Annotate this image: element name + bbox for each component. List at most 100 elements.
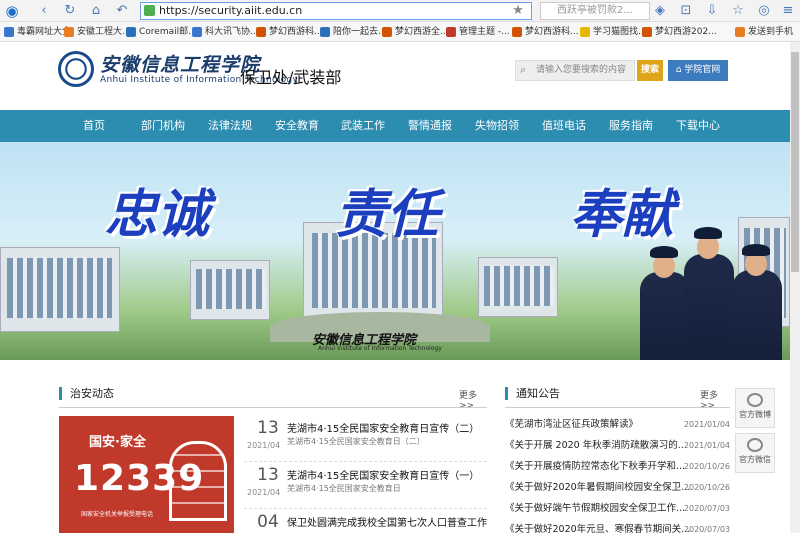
bookmark-item[interactable]: 发送到手机 <box>735 25 793 39</box>
weibo-icon <box>747 393 763 407</box>
bookmark-item[interactable]: 陪你一起去... <box>320 25 387 39</box>
news-day: 13 <box>257 418 279 438</box>
search-button[interactable]: 搜索 <box>637 60 663 81</box>
wechat-button[interactable]: 官方微信 <box>735 433 775 473</box>
notice-title[interactable]: 《关于开展 2020 年秋季消防疏散演习的... <box>505 440 687 451</box>
department-title: 保卫处/武装部 <box>240 68 342 87</box>
notice-item[interactable]: 《关于开展 2020 年秋季消防疏散演习的... 2021/01/04 <box>505 435 730 456</box>
news-feature-image[interactable]: 国安·家全 12339 国家安全机关举报受理电话 <box>59 416 234 533</box>
notices-section: 通知公告 更多>> 《芜湖市湾沚区征兵政策解读》 2021/01/04 《关于开展… <box>505 380 730 533</box>
notice-title[interactable]: 《芜湖市湾沚区征兵政策解读》 <box>505 419 638 430</box>
news-headline[interactable]: 保卫处圆满完成我校全国第七次人口普查工作 <box>287 514 487 529</box>
notice-item[interactable]: 《芜湖市湾沚区征兵政策解读》 2021/01/04 <box>505 414 730 435</box>
nav-item-departments[interactable]: 部门机构 <box>141 110 185 142</box>
news-headline[interactable]: 芜湖市4·15全民国家安全教育日宣传（二） <box>287 420 479 435</box>
news-item[interactable]: 04 保卫处圆满完成我校全国第七次人口普查工作 <box>244 510 487 533</box>
portal-button-label: 学院官网 <box>684 65 721 75</box>
main-nav: 首页 部门机构 法律法规 安全教育 武装工作 警情通报 失物招领 值班电话 服务… <box>0 110 800 142</box>
address-bar[interactable]: https://security.aiit.edu.cn <box>140 2 532 20</box>
wechat-icon <box>747 438 763 452</box>
officer-figure <box>684 254 734 360</box>
nav-item-duty-phone[interactable]: 值班电话 <box>542 110 586 142</box>
scrollbar-thumb[interactable] <box>791 52 799 272</box>
hero-banner: 忠诚 责任 奉献 安徽信息工程学院 Anhui Institute of Inf… <box>0 142 800 360</box>
nav-item-downloads[interactable]: 下载中心 <box>676 110 720 142</box>
officer-figure <box>640 272 690 360</box>
shield-icon[interactable]: ◈ <box>652 3 668 19</box>
news-summary: 芜湖市4·15全民国家安全教育日（二） <box>287 437 425 446</box>
site-header: 安徽信息工程学院 Anhui Institute of Information … <box>0 42 800 110</box>
notice-date: 2020/07/03 <box>683 504 730 513</box>
school-seal-icon <box>58 51 94 87</box>
bookmark-item[interactable]: 安徽工程大... <box>64 25 131 39</box>
undo-icon[interactable]: ↶ <box>114 3 130 19</box>
officer-cap <box>650 246 678 258</box>
nav-item-service-guide[interactable]: 服务指南 <box>609 110 653 142</box>
notice-item[interactable]: 《关于开展疫情防控常态化下秋季开学和... 2020/10/26 <box>505 456 730 477</box>
page-scrollbar[interactable] <box>790 42 800 533</box>
news-list: 13 2021/04 芜湖市4·15全民国家安全教育日宣传（二） 芜湖市4·15… <box>244 416 487 533</box>
news-summary: 芜湖市4·15全民国家安全教育日 <box>287 484 401 493</box>
star-icon[interactable]: ★ <box>510 3 526 19</box>
news-item[interactable]: 13 2021/04 芜湖市4·15全民国家安全教育日宣传（二） 芜湖市4·15… <box>244 416 487 462</box>
slogan-loyalty: 忠诚 <box>105 184 210 245</box>
back-icon[interactable]: ‹ <box>36 3 52 19</box>
news-year-month: 2021/04 <box>247 488 281 497</box>
officer-cap <box>694 227 722 239</box>
bookmark-item[interactable]: 梦幻西游科... <box>512 25 579 39</box>
lock-tool-icon[interactable]: ⊡ <box>678 3 694 19</box>
officer-figure <box>732 270 782 360</box>
notice-date: 2021/01/04 <box>683 420 730 429</box>
divider <box>59 407 487 408</box>
browser-search-box[interactable]: 西跃亭被罚款2... <box>540 2 650 20</box>
nav-item-military[interactable]: 武装工作 <box>341 110 385 142</box>
notice-list: 《芜湖市湾沚区征兵政策解读》 2021/01/04 《关于开展 2020 年秋季消… <box>505 414 730 533</box>
school-name-cn[interactable]: 安徽信息工程学院 <box>100 50 260 77</box>
bookmarks-bar: 毒霸网址大全 安徽工程大... Coremail邮... 科大讯飞协... 梦幻… <box>0 22 800 42</box>
notice-item[interactable]: 《关于做好端午节假期校园安全保卫工作... 2020/07/03 <box>505 498 730 519</box>
notice-title[interactable]: 《关于做好端午节假期校园安全保卫工作... <box>505 503 685 514</box>
notice-date: 2020/10/26 <box>683 483 730 492</box>
bookmark-item[interactable]: 梦幻西游202... <box>642 25 717 39</box>
nav-item-laws[interactable]: 法律法规 <box>208 110 252 142</box>
nav-item-lost-found[interactable]: 失物招领 <box>475 110 519 142</box>
notice-title[interactable]: 《关于做好2020年暑假期间校园安全保卫... <box>505 482 690 493</box>
nav-item-alerts[interactable]: 警情通报 <box>408 110 452 142</box>
bookmark-item[interactable]: 管理主题 -... <box>446 25 510 39</box>
notice-title[interactable]: 《关于做好2020年元旦、寒假春节期间关... <box>505 524 690 533</box>
bookmark-item[interactable]: 梦幻西游全... <box>382 25 449 39</box>
news-year-month: 2021/04 <box>247 441 281 450</box>
news-headline[interactable]: 芜湖市4·15全民国家安全教育日宣传（一） <box>287 467 479 482</box>
download-icon[interactable]: ⇩ <box>704 3 720 19</box>
favorite-icon[interactable]: ☆ <box>730 3 746 19</box>
door-icon <box>169 441 227 521</box>
nav-item-home[interactable]: 首页 <box>83 110 105 142</box>
notices-title: 通知公告 <box>505 387 560 400</box>
notice-item[interactable]: 《关于做好2020年元旦、寒假春节期间关... 2020/07/03 <box>505 519 730 533</box>
bookmark-item[interactable]: Coremail邮... <box>126 25 197 39</box>
officer-cap <box>742 244 770 256</box>
weibo-button[interactable]: 官方微博 <box>735 388 775 428</box>
home-icon[interactable]: ⌂ <box>88 3 104 19</box>
slogan-responsibility: 责任 <box>335 184 440 245</box>
nav-item-safety-education[interactable]: 安全教育 <box>275 110 319 142</box>
portal-button[interactable]: ⌂ 学院官网 <box>668 60 728 81</box>
notice-item[interactable]: 《关于做好2020年暑假期间校园安全保卫... 2020/10/26 <box>505 477 730 498</box>
browser-logo-icon[interactable]: ◉ <box>4 3 20 19</box>
notice-title[interactable]: 《关于开展疫情防控常态化下秋季开学和... <box>505 461 685 472</box>
game-icon[interactable]: ◎ <box>756 3 772 19</box>
bookmark-item[interactable]: 学习猫图找... <box>580 25 647 39</box>
news-item[interactable]: 13 2021/04 芜湖市4·15全民国家安全教育日宣传（一） 芜湖市4·15… <box>244 463 487 509</box>
slogan-dedication: 奉献 <box>570 184 675 245</box>
notice-date: 2020/07/03 <box>683 525 730 533</box>
bookmark-item[interactable]: 梦幻西游科... <box>256 25 323 39</box>
menu-icon[interactable]: ≡ <box>780 3 796 19</box>
url-text: https://security.aiit.edu.cn <box>159 4 303 17</box>
banner-school-name-en: Anhui Institute of Information Technolog… <box>318 345 442 352</box>
lock-icon <box>144 5 155 16</box>
bookmark-item[interactable]: 科大讯飞协... <box>192 25 259 39</box>
refresh-icon[interactable]: ↻ <box>62 3 78 19</box>
bookmark-item[interactable]: 毒霸网址大全 <box>4 25 71 39</box>
building-center-left <box>190 260 270 320</box>
site-search-input[interactable]: 请输入您要搜索的内容 <box>515 60 635 81</box>
